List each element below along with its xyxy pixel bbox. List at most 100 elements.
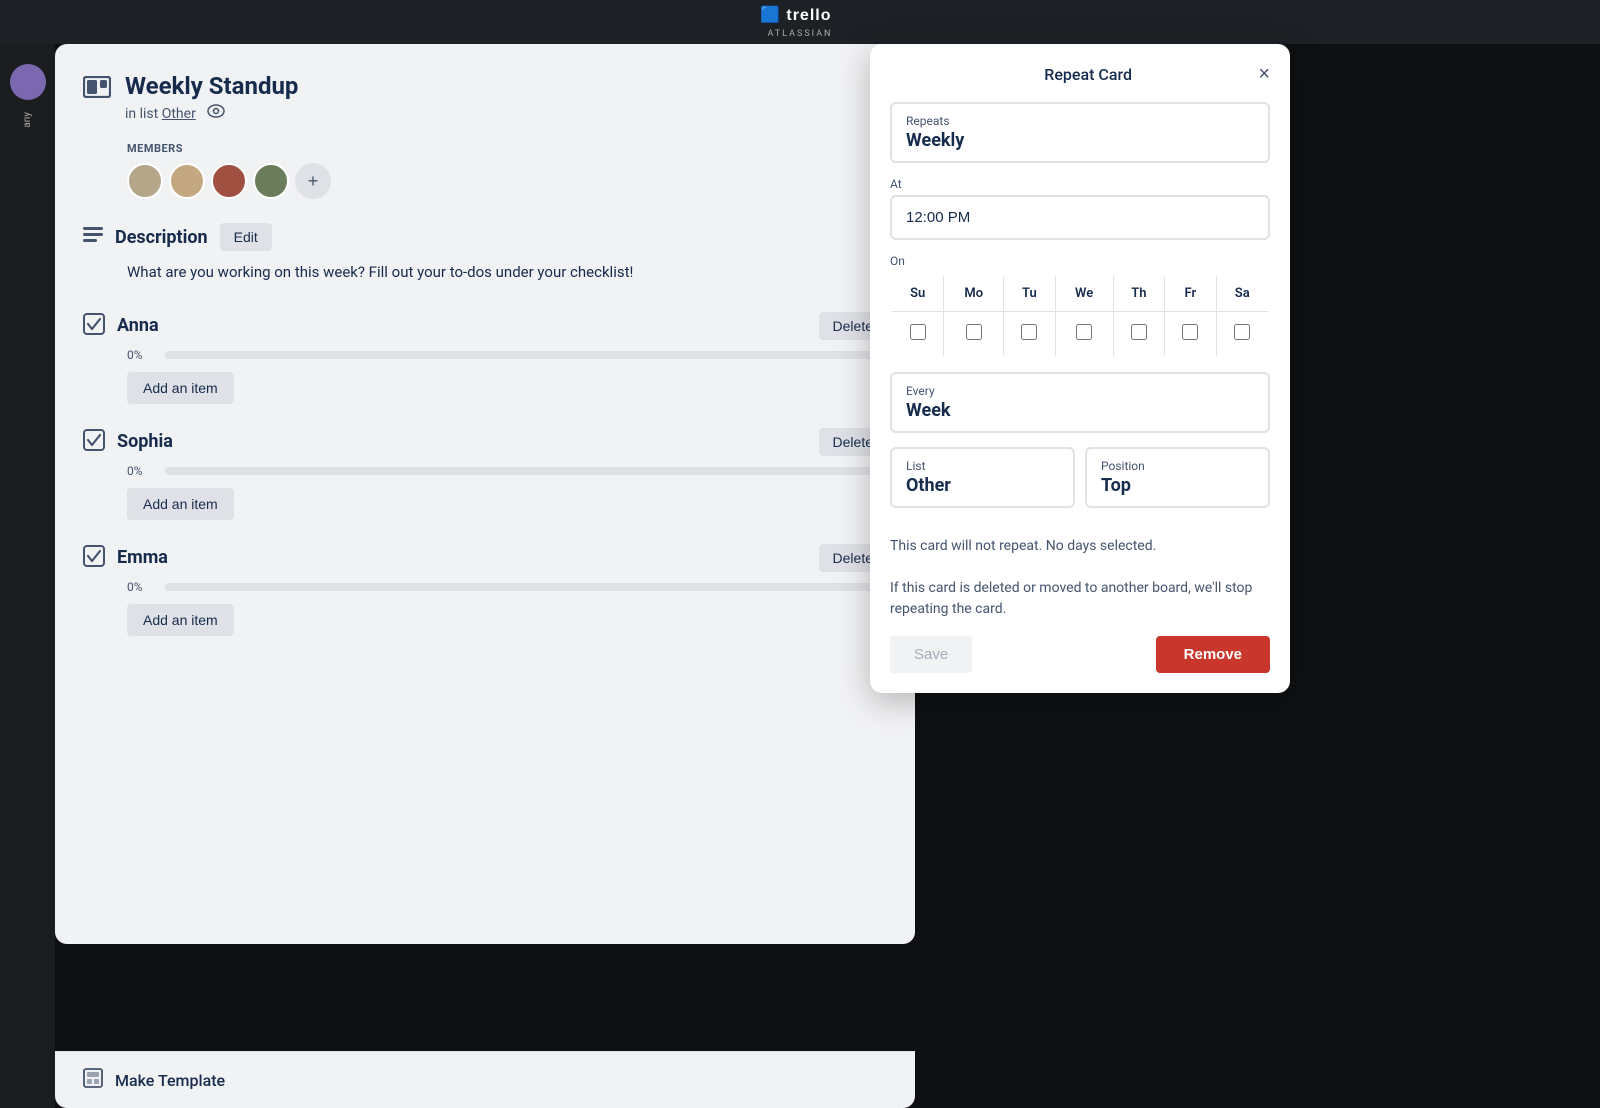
checklist-emma-name: Emma	[117, 547, 168, 568]
repeats-label: Repeats	[906, 114, 1254, 128]
sidebar: any	[0, 44, 55, 1108]
trello-logo: 🟦 trello ATLASSIAN	[760, 5, 840, 39]
member-avatar-2[interactable]	[169, 163, 205, 199]
check-th[interactable]	[1113, 312, 1164, 358]
every-label: Every	[906, 384, 1254, 398]
card-list-line: in list Other	[125, 104, 298, 122]
checkbox-we[interactable]	[1076, 324, 1092, 340]
card-header: Weekly Standup in list Other	[83, 72, 887, 122]
anna-progress-bar	[165, 351, 887, 359]
repeats-field[interactable]: Repeats Weekly	[890, 102, 1270, 163]
card-modal: Weekly Standup in list Other MEMBERS +	[55, 44, 915, 944]
sidebar-avatar	[10, 64, 46, 100]
at-label: At	[890, 177, 1270, 191]
card-title: Weekly Standup	[125, 72, 298, 100]
watch-icon[interactable]	[207, 104, 225, 118]
checklist-anna: Anna Delete 0% Add an item	[83, 312, 887, 404]
checklist-sophia-name: Sophia	[117, 431, 173, 452]
repeat-panel-title: Repeat Card	[918, 65, 1258, 84]
checkbox-fr[interactable]	[1182, 324, 1198, 340]
day-we: We	[1055, 275, 1113, 312]
day-th: Th	[1113, 275, 1164, 312]
add-item-anna-button[interactable]: Add an item	[127, 372, 234, 404]
description-text: What are you working on this week? Fill …	[127, 261, 887, 284]
list-field[interactable]: List Other	[890, 447, 1075, 508]
repeat-panel: Repeat Card × Repeats Weekly At On Su Mo…	[870, 44, 1290, 693]
checkbox-th[interactable]	[1131, 324, 1147, 340]
sophia-progress-pct: 0%	[127, 464, 155, 478]
anna-progress-pct: 0%	[127, 348, 155, 362]
checklist-icon-anna	[83, 313, 105, 339]
checkbox-sa[interactable]	[1234, 324, 1250, 340]
day-mo: Mo	[944, 275, 1004, 312]
checkbox-mo[interactable]	[966, 324, 982, 340]
checklist-emma-left: Emma	[83, 545, 168, 571]
list-position-row: List Other Position Top	[890, 447, 1270, 508]
list-value: Other	[906, 475, 1059, 496]
every-value: Week	[906, 400, 1254, 421]
checklist-sophia: Sophia Delete 0% Add an item	[83, 428, 887, 520]
sophia-progress-bar	[165, 467, 887, 475]
member-avatar-4[interactable]	[253, 163, 289, 199]
checklist-anna-name: Anna	[117, 315, 159, 336]
in-list-text: in list	[125, 106, 158, 122]
sophia-progress-row: 0%	[127, 464, 887, 478]
sidebar-label: any	[22, 112, 33, 128]
make-template-text: Make Template	[115, 1071, 225, 1090]
day-su: Su	[891, 275, 944, 312]
days-table: Su Mo Tu We Th Fr Sa	[890, 274, 1270, 358]
card-type-icon	[83, 76, 111, 102]
check-su[interactable]	[891, 312, 944, 358]
add-item-sophia-button[interactable]: Add an item	[127, 488, 234, 520]
member-avatar-3[interactable]	[211, 163, 247, 199]
card-title-block: Weekly Standup in list Other	[125, 72, 298, 122]
remove-button[interactable]: Remove	[1156, 636, 1270, 673]
on-label: On	[890, 254, 1270, 268]
repeat-info-text: This card will not repeat. No days selec…	[890, 536, 1270, 620]
repeat-panel-header: Repeat Card ×	[890, 64, 1270, 84]
check-mo[interactable]	[944, 312, 1004, 358]
template-icon	[83, 1068, 103, 1092]
every-field[interactable]: Every Week	[890, 372, 1270, 433]
add-item-emma-button[interactable]: Add an item	[127, 604, 234, 636]
checklist-sophia-left: Sophia	[83, 429, 173, 455]
list-label: List	[906, 459, 1059, 473]
make-template-bar[interactable]: Make Template	[55, 1051, 915, 1108]
time-input[interactable]	[890, 195, 1270, 240]
position-field[interactable]: Position Top	[1085, 447, 1270, 508]
check-fr[interactable]	[1165, 312, 1216, 358]
checklist-emma: Emma Delete 0% Add an item	[83, 544, 887, 636]
close-repeat-panel-button[interactable]: ×	[1258, 64, 1270, 84]
add-member-button[interactable]: +	[295, 163, 331, 199]
description-icon	[83, 227, 103, 247]
save-button[interactable]: Save	[890, 636, 972, 673]
checklist-emma-header: Emma Delete	[83, 544, 887, 572]
check-sa[interactable]	[1216, 312, 1269, 358]
emma-progress-pct: 0%	[127, 580, 155, 594]
position-value: Top	[1101, 475, 1254, 496]
svg-text:🟦 trello: 🟦 trello	[760, 5, 831, 23]
check-we[interactable]	[1055, 312, 1113, 358]
list-name-link[interactable]: Other	[162, 106, 196, 122]
checkbox-su[interactable]	[910, 324, 926, 340]
members-row: +	[127, 163, 887, 199]
repeats-value: Weekly	[906, 130, 1254, 151]
checklist-sophia-header: Sophia Delete	[83, 428, 887, 456]
checkbox-tu[interactable]	[1021, 324, 1037, 340]
day-fr: Fr	[1165, 275, 1216, 312]
description-header: Description Edit	[83, 223, 887, 251]
members-label: MEMBERS	[127, 142, 887, 155]
checklist-icon-emma	[83, 545, 105, 571]
checklist-icon-sophia	[83, 429, 105, 455]
top-bar: 🟦 trello ATLASSIAN	[0, 0, 1600, 44]
edit-description-button[interactable]: Edit	[220, 223, 272, 251]
emma-progress-bar	[165, 583, 887, 591]
member-avatar-1[interactable]	[127, 163, 163, 199]
emma-progress-row: 0%	[127, 580, 887, 594]
checklist-anna-left: Anna	[83, 313, 159, 339]
atlassian-label: ATLASSIAN	[768, 29, 833, 39]
check-tu[interactable]	[1004, 312, 1055, 358]
position-label: Position	[1101, 459, 1254, 473]
day-tu: Tu	[1004, 275, 1055, 312]
repeat-actions: Save Remove	[890, 636, 1270, 673]
